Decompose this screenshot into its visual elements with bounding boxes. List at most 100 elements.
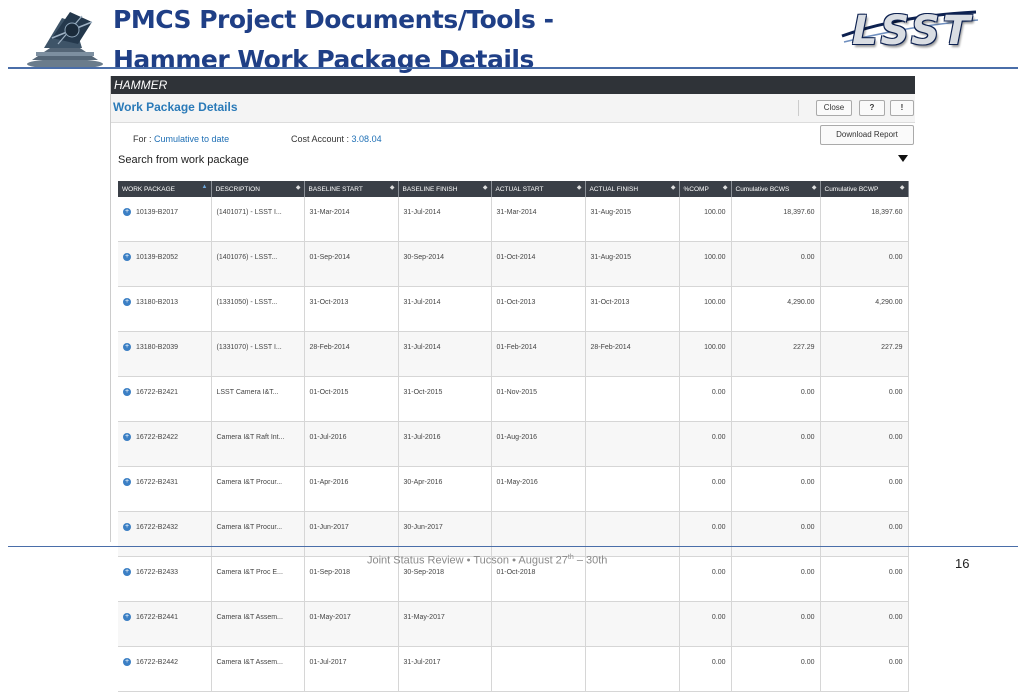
cell-pct-comp: 0.00	[679, 511, 732, 557]
table-row[interactable]: +10139-B2017 (1401071) - LSST I... 31-Mar-…	[118, 197, 909, 242]
cell-baseline-start: 01-Jul-2016	[304, 421, 399, 467]
footer-text: Joint Status Review • Tucson • August 27…	[367, 554, 608, 567]
col-header-actual-finish[interactable]: ACTUAL FINISH ◆	[585, 181, 680, 197]
hammer-app-window: HAMMER Work Package Details Close ? ! Fo…	[110, 76, 915, 692]
work-package-table: WORK PACKAGE ▲ DESCRIPTION ◆ BASELINE STAR…	[118, 181, 909, 692]
cell-pct-comp: 100.00	[679, 241, 732, 287]
cell-pct-comp: 100.00	[679, 286, 732, 332]
footer-divider	[8, 546, 1018, 547]
cell-work-package: +13180-B2039	[118, 331, 212, 377]
table-row[interactable]: +13180-B2039 (1331070) - LSST I... 28-Feb-…	[118, 331, 909, 377]
cell-actual-finish: 31-Aug-2015	[585, 241, 680, 287]
cell-baseline-start: 01-May-2017	[304, 601, 399, 647]
cell-baseline-start: 28-Feb-2014	[304, 331, 399, 377]
expand-row-icon[interactable]: +	[123, 523, 131, 531]
cell-baseline-finish: 31-Jul-2014	[398, 197, 492, 242]
table-row[interactable]: +16722-B2442 Camera I&T Assem... 01-Jul-20…	[118, 646, 909, 692]
cell-baseline-start: 31-Oct-2013	[304, 286, 399, 332]
cell-pct-comp: 100.00	[679, 197, 732, 242]
cell-description: LSST Camera I&T...	[211, 376, 305, 422]
cost-account-value[interactable]: 3.08.04	[352, 134, 382, 144]
cell-cum-bcws: 0.00	[731, 421, 821, 467]
cell-work-package: +10139-B2052	[118, 241, 212, 287]
expand-row-icon[interactable]: +	[123, 433, 131, 441]
cell-actual-finish: 31-Aug-2015	[585, 197, 680, 242]
cell-work-package: +16722-B2441	[118, 601, 212, 647]
table-row[interactable]: +16722-B2441 Camera I&T Assem... 01-May-20…	[118, 601, 909, 647]
cell-description: (1331050) - LSST...	[211, 286, 305, 332]
expand-row-icon[interactable]: +	[123, 658, 131, 666]
cell-pct-comp: 0.00	[679, 421, 732, 467]
cell-actual-finish	[585, 466, 680, 512]
slide-title-line-1: PMCS Project Documents/Tools -	[113, 5, 554, 34]
cost-account-label: Cost Account :	[291, 134, 350, 144]
col-header-cum-bcwp[interactable]: Cumulative BCWP ◆	[820, 181, 909, 197]
close-button[interactable]: Close	[816, 100, 852, 116]
expand-row-icon[interactable]: +	[123, 568, 131, 576]
cell-work-package: +16722-B2431	[118, 466, 212, 512]
cell-work-package: +13180-B2013	[118, 286, 212, 332]
cell-actual-finish: 28-Feb-2014	[585, 331, 680, 377]
help-button[interactable]: ?	[859, 100, 885, 116]
expand-row-icon[interactable]: +	[123, 343, 131, 351]
cell-pct-comp: 0.00	[679, 601, 732, 647]
cell-cum-bcwp: 227.29	[820, 331, 909, 377]
expand-row-icon[interactable]: +	[123, 388, 131, 396]
cell-description: Camera I&T Procur...	[211, 511, 305, 557]
cell-pct-comp: 0.00	[679, 646, 732, 692]
search-work-package-label[interactable]: Search from work package	[118, 154, 249, 166]
expand-row-icon[interactable]: +	[123, 208, 131, 216]
filter-icon[interactable]	[898, 155, 908, 162]
cell-cum-bcws: 0.00	[731, 556, 821, 602]
cell-work-package: +16722-B2433	[118, 556, 212, 602]
for-value-link[interactable]: Cumulative to date	[154, 134, 229, 144]
cell-actual-start: 31-Mar-2014	[491, 197, 586, 242]
table-row[interactable]: +16722-B2421 LSST Camera I&T... 01-Oct-201…	[118, 376, 909, 422]
app-header: HAMMER	[111, 76, 915, 94]
cell-cum-bcws: 227.29	[731, 331, 821, 377]
for-filter: For : Cumulative to date	[133, 134, 229, 144]
cell-cum-bcwp: 18,397.60	[820, 197, 909, 242]
cell-cum-bcwp: 0.00	[820, 421, 909, 467]
cell-actual-finish	[585, 646, 680, 692]
table-row[interactable]: +16722-B2431 Camera I&T Procur... 01-Apr-2…	[118, 466, 909, 512]
expand-row-icon[interactable]: +	[123, 478, 131, 486]
cell-pct-comp: 0.00	[679, 376, 732, 422]
info-button[interactable]: !	[890, 100, 914, 116]
table-row[interactable]: +10139-B2052 (1401076) - LSST... 01-Sep-20…	[118, 241, 909, 287]
cell-actual-finish	[585, 511, 680, 557]
col-header-description[interactable]: DESCRIPTION ◆	[211, 181, 305, 197]
table-row[interactable]: +16722-B2422 Camera I&T Raft Int... 01-Jul…	[118, 421, 909, 467]
cell-actual-start: 01-Oct-2014	[491, 241, 586, 287]
expand-row-icon[interactable]: +	[123, 298, 131, 306]
cell-cum-bcws: 18,397.60	[731, 197, 821, 242]
cell-baseline-finish: 31-Oct-2015	[398, 376, 492, 422]
cell-description: (1401071) - LSST I...	[211, 197, 305, 242]
cell-baseline-finish: 30-Apr-2016	[398, 466, 492, 512]
download-report-button[interactable]: Download Report	[820, 125, 914, 145]
cell-description: Camera I&T Assem...	[211, 601, 305, 647]
col-header-cum-bcws[interactable]: Cumulative BCWS ◆	[731, 181, 821, 197]
expand-row-icon[interactable]: +	[123, 613, 131, 621]
col-header-baseline-finish[interactable]: BASELINE FINISH ◆	[398, 181, 492, 197]
cell-baseline-finish: 30-Jun-2017	[398, 511, 492, 557]
col-header-baseline-start[interactable]: BASELINE START ◆	[304, 181, 399, 197]
cell-cum-bcws: 4,290.00	[731, 286, 821, 332]
cell-cum-bcwp: 0.00	[820, 646, 909, 692]
cell-baseline-finish: 31-Jul-2016	[398, 421, 492, 467]
table-row[interactable]: +16722-B2432 Camera I&T Procur... 01-Jun-2…	[118, 511, 909, 557]
table-row[interactable]: +13180-B2013 (1331050) - LSST... 31-Oct-20…	[118, 286, 909, 332]
col-header-pct-comp[interactable]: %COMP ◆	[679, 181, 732, 197]
cell-actual-start: 01-Nov-2015	[491, 376, 586, 422]
cell-work-package: +16722-B2422	[118, 421, 212, 467]
cell-baseline-start: 01-Jun-2017	[304, 511, 399, 557]
cell-baseline-start: 01-Oct-2015	[304, 376, 399, 422]
cell-baseline-start: 31-Mar-2014	[304, 197, 399, 242]
cell-baseline-finish: 30-Sep-2014	[398, 241, 492, 287]
expand-row-icon[interactable]: +	[123, 253, 131, 261]
cell-cum-bcwp: 0.00	[820, 511, 909, 557]
col-header-actual-start[interactable]: ACTUAL START ◆	[491, 181, 586, 197]
col-header-work-package[interactable]: WORK PACKAGE ▲	[118, 181, 212, 197]
cell-description: Camera I&T Proc E...	[211, 556, 305, 602]
cell-cum-bcwp: 0.00	[820, 376, 909, 422]
